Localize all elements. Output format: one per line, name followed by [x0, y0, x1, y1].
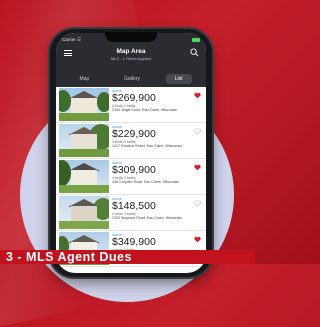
phone-screen: Carrier ☰ 2:36 PM Map Area MLS - 1 Filte… [56, 33, 206, 273]
listing-photo[interactable] [59, 88, 109, 121]
listing-row[interactable]: Active $229,900 3 beds 3 baths 1417 Fred… [56, 123, 206, 159]
bottom-banner: 3 - MLS Agent Dues [0, 250, 255, 264]
listing-info: Active $148,500 4 beds 3 baths 2333 Seym… [112, 195, 206, 230]
view-tabs: Map Gallery List [62, 72, 200, 86]
listing-address: 2333 Seymour Road, Eau Claire, Wisconsin [112, 216, 183, 220]
listing-price: $269,900 [112, 92, 156, 104]
listing-row[interactable]: Active $269,900 4 beds 3 baths 2344 Jing… [56, 87, 206, 123]
battery-icon [192, 38, 200, 42]
listing-address: 1417 Frederic Street, Eau Claire, Wiscon… [112, 144, 182, 148]
favorite-heart-icon[interactable] [194, 236, 201, 243]
listing-row[interactable]: Active $148,500 4 beds 3 baths 2333 Seym… [56, 195, 206, 231]
tab-gallery[interactable]: Gallery [115, 74, 149, 84]
page-title: Map Area [116, 48, 146, 55]
favorite-heart-icon[interactable] [194, 92, 201, 99]
listing-price: $148,500 [112, 200, 156, 212]
favorite-heart-icon[interactable] [194, 164, 201, 171]
listing-photo[interactable] [59, 160, 109, 193]
tab-list[interactable]: List [165, 74, 192, 84]
listing-info: Active $309,900 4 beds 3 baths 436 Coryd… [112, 159, 206, 194]
listing-list: Active $269,900 4 beds 3 baths 2344 Jing… [56, 87, 206, 267]
listing-info: Active $269,900 4 beds 3 baths 2344 Jing… [112, 87, 206, 122]
listing-price: $349,900 [112, 236, 156, 248]
search-icon[interactable] [190, 48, 199, 57]
listing-photo[interactable] [59, 196, 109, 229]
listing-row[interactable]: Active $309,900 4 beds 3 baths 436 Coryd… [56, 159, 206, 195]
listing-price: $229,900 [112, 128, 156, 140]
phone-mockup: Carrier ☰ 2:36 PM Map Area MLS - 1 Filte… [50, 29, 212, 277]
phone-notch [105, 32, 157, 42]
favorite-heart-outline-icon[interactable] [194, 128, 201, 135]
carrier-label: Carrier ☰ [62, 37, 82, 42]
tab-map[interactable]: Map [70, 74, 98, 84]
listing-photo[interactable] [59, 124, 109, 157]
hamburger-menu-icon[interactable] [64, 50, 72, 58]
listing-price: $309,900 [112, 164, 156, 176]
filters-subtitle[interactable]: MLS - 1 Filters Applied [62, 56, 200, 61]
listing-info: Active $229,900 3 beds 3 baths 1417 Fred… [112, 123, 206, 158]
favorite-heart-outline-icon[interactable] [194, 200, 201, 207]
title-row: Map Area MLS - 1 Filters Applied [62, 46, 200, 66]
listing-address: 2344 Jingle Court, Eau Claire, Wisconsin [112, 108, 178, 112]
listing-address: 436 Coryden Road, Eau Claire, Wisconsin [112, 180, 180, 184]
